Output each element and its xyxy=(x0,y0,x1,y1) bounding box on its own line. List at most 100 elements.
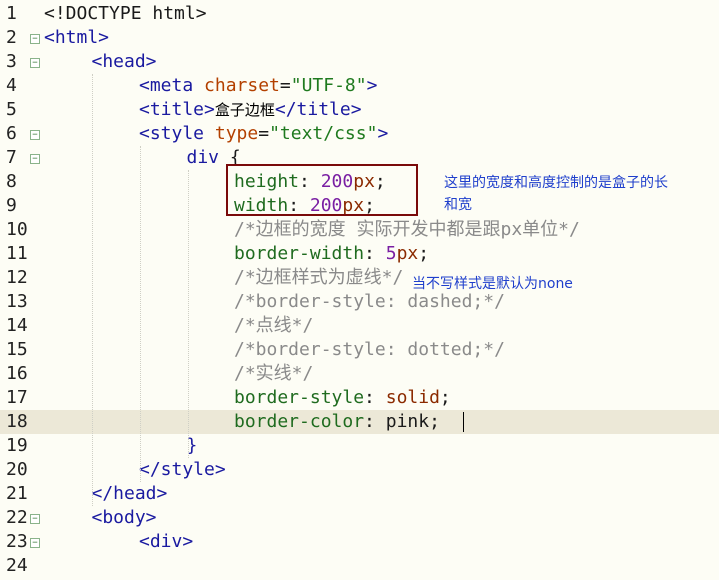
code-line[interactable]: 12 /*边框样式为虚线*/ xyxy=(0,266,719,290)
line-number: 12 xyxy=(6,267,28,288)
line-number: 6 xyxy=(6,123,17,144)
code-token: /*边框的宽度 实际开发中都是跟px单位*/ xyxy=(234,219,580,240)
code-token: > xyxy=(377,123,389,144)
code-token: /*点线*/ xyxy=(234,315,314,336)
code-text: </head> xyxy=(92,482,168,506)
line-number: 7 xyxy=(6,147,17,168)
code-text: /*点线*/ xyxy=(234,314,313,338)
code-line[interactable]: 10 /*边框的宽度 实际开发中都是跟px单位*/ xyxy=(0,218,719,242)
line-number: 13 xyxy=(6,291,28,312)
code-token: pink; xyxy=(385,411,440,432)
fold-toggle-icon[interactable]: − xyxy=(30,34,40,44)
fold-toggle-icon[interactable]: − xyxy=(30,154,40,164)
code-token: <style xyxy=(139,123,215,144)
code-line[interactable]: 24 xyxy=(0,554,719,578)
code-token: = xyxy=(258,123,270,144)
code-editor[interactable]: 1 <!DOCTYPE html> 2− <html> 3− <head> 4 <meta c… xyxy=(0,0,719,580)
code-text: <html> xyxy=(44,26,109,50)
fold-toggle-icon[interactable]: − xyxy=(30,538,40,548)
code-token: <meta xyxy=(139,75,205,96)
code-line[interactable]: 18 border-color: pink; xyxy=(0,410,719,434)
code-token: </title> xyxy=(274,99,362,120)
code-line[interactable]: 1 <!DOCTYPE html> xyxy=(0,2,719,26)
code-text: border-style: solid; xyxy=(234,386,451,410)
line-number: 3 xyxy=(6,51,17,72)
line-number: 16 xyxy=(6,363,28,384)
code-token: charset xyxy=(204,75,280,96)
code-line[interactable]: 17 border-style: solid; xyxy=(0,386,719,410)
code-token: > xyxy=(366,75,378,96)
code-text: <head> xyxy=(92,50,157,74)
code-line[interactable]: 6 − <style type="text/css"> xyxy=(0,122,719,146)
code-text: /*边框样式为虚线*/ xyxy=(234,266,403,290)
code-token: <title> xyxy=(139,99,215,120)
code-text: <!DOCTYPE html> xyxy=(44,2,207,26)
code-text: <div> xyxy=(139,530,193,554)
code-token: 盒子边框 xyxy=(214,101,275,119)
line-number: 8 xyxy=(6,171,17,192)
code-token: : xyxy=(364,411,386,432)
code-text: border-color: pink; xyxy=(234,410,440,434)
code-token: solid xyxy=(385,387,440,408)
code-line[interactable]: 14 /*点线*/ xyxy=(0,314,719,338)
fold-toggle-icon[interactable]: − xyxy=(30,514,40,524)
line-number: 19 xyxy=(6,435,28,456)
code-token: /*border-style: dashed;*/ xyxy=(234,291,505,312)
indent-guide xyxy=(92,74,93,506)
line-number: 10 xyxy=(6,219,28,240)
line-number: 1 xyxy=(6,3,17,24)
code-token: : xyxy=(364,387,386,408)
code-token: div xyxy=(186,147,230,168)
line-number: 22 xyxy=(6,507,28,528)
code-token: </style> xyxy=(139,459,226,480)
code-token: <head> xyxy=(91,51,157,72)
code-text: /*border-style: dashed;*/ xyxy=(234,290,505,314)
code-text: </style> xyxy=(139,458,226,482)
code-line[interactable]: 20 </style> xyxy=(0,458,719,482)
code-token: /*实线*/ xyxy=(234,363,314,384)
code-token: : xyxy=(364,243,386,264)
indent-guide xyxy=(188,170,189,458)
line-number: 17 xyxy=(6,387,28,408)
line-number: 23 xyxy=(6,531,28,552)
code-line[interactable]: 19} xyxy=(0,434,719,458)
indent-guide xyxy=(140,146,141,482)
code-line[interactable]: 23− <div> xyxy=(0,530,719,554)
line-number: 5 xyxy=(6,99,17,120)
code-line[interactable]: 5 <title>盒子边框</title> xyxy=(0,98,719,122)
line-number: 18 xyxy=(6,411,28,432)
line-number: 2 xyxy=(6,27,17,48)
code-line[interactable]: 15 /*border-style: dotted;*/ xyxy=(0,338,719,362)
line-number: 11 xyxy=(6,243,28,264)
code-token: /*边框样式为虚线*/ xyxy=(234,267,404,288)
line-number: 20 xyxy=(6,459,28,480)
code-token: <body> xyxy=(91,507,157,528)
line-number: 24 xyxy=(6,555,28,576)
code-line[interactable]: 13 /*border-style: dashed;*/ xyxy=(0,290,719,314)
code-line[interactable]: 16 /*实线*/ xyxy=(0,362,719,386)
code-text: /*实线*/ xyxy=(234,362,313,386)
line-number: 14 xyxy=(6,315,28,336)
code-token: <html> xyxy=(44,27,110,48)
code-token: <div> xyxy=(139,531,194,552)
fold-toggle-icon[interactable]: − xyxy=(30,58,40,68)
annotation-note-size-line2: 和宽 xyxy=(444,197,472,213)
fold-toggle-icon[interactable]: − xyxy=(30,130,40,140)
code-token: </head> xyxy=(91,483,168,504)
code-line[interactable]: 4 <meta charset="UTF-8"> xyxy=(0,74,719,98)
code-line[interactable]: 21 </head> xyxy=(0,482,719,506)
code-token: border-color xyxy=(234,411,365,432)
code-token: type xyxy=(214,123,259,144)
code-text: /*border-style: dotted;*/ xyxy=(234,338,505,362)
code-token: "text/css" xyxy=(269,123,378,144)
code-token: <!DOCTYPE html> xyxy=(44,3,207,24)
code-line[interactable]: 2 − <html> xyxy=(0,26,719,50)
code-token: border-style xyxy=(234,387,365,408)
code-text: /*边框的宽度 实际开发中都是跟px单位*/ xyxy=(234,218,580,242)
code-token: "UTF-8" xyxy=(290,75,367,96)
code-line[interactable]: 22− <body> xyxy=(0,506,719,530)
code-line[interactable]: 11 border-width: 5px; xyxy=(0,242,719,266)
annotation-highlight-box xyxy=(226,164,418,216)
code-line[interactable]: 3 − <head> xyxy=(0,50,719,74)
code-token: border-width xyxy=(234,243,365,264)
